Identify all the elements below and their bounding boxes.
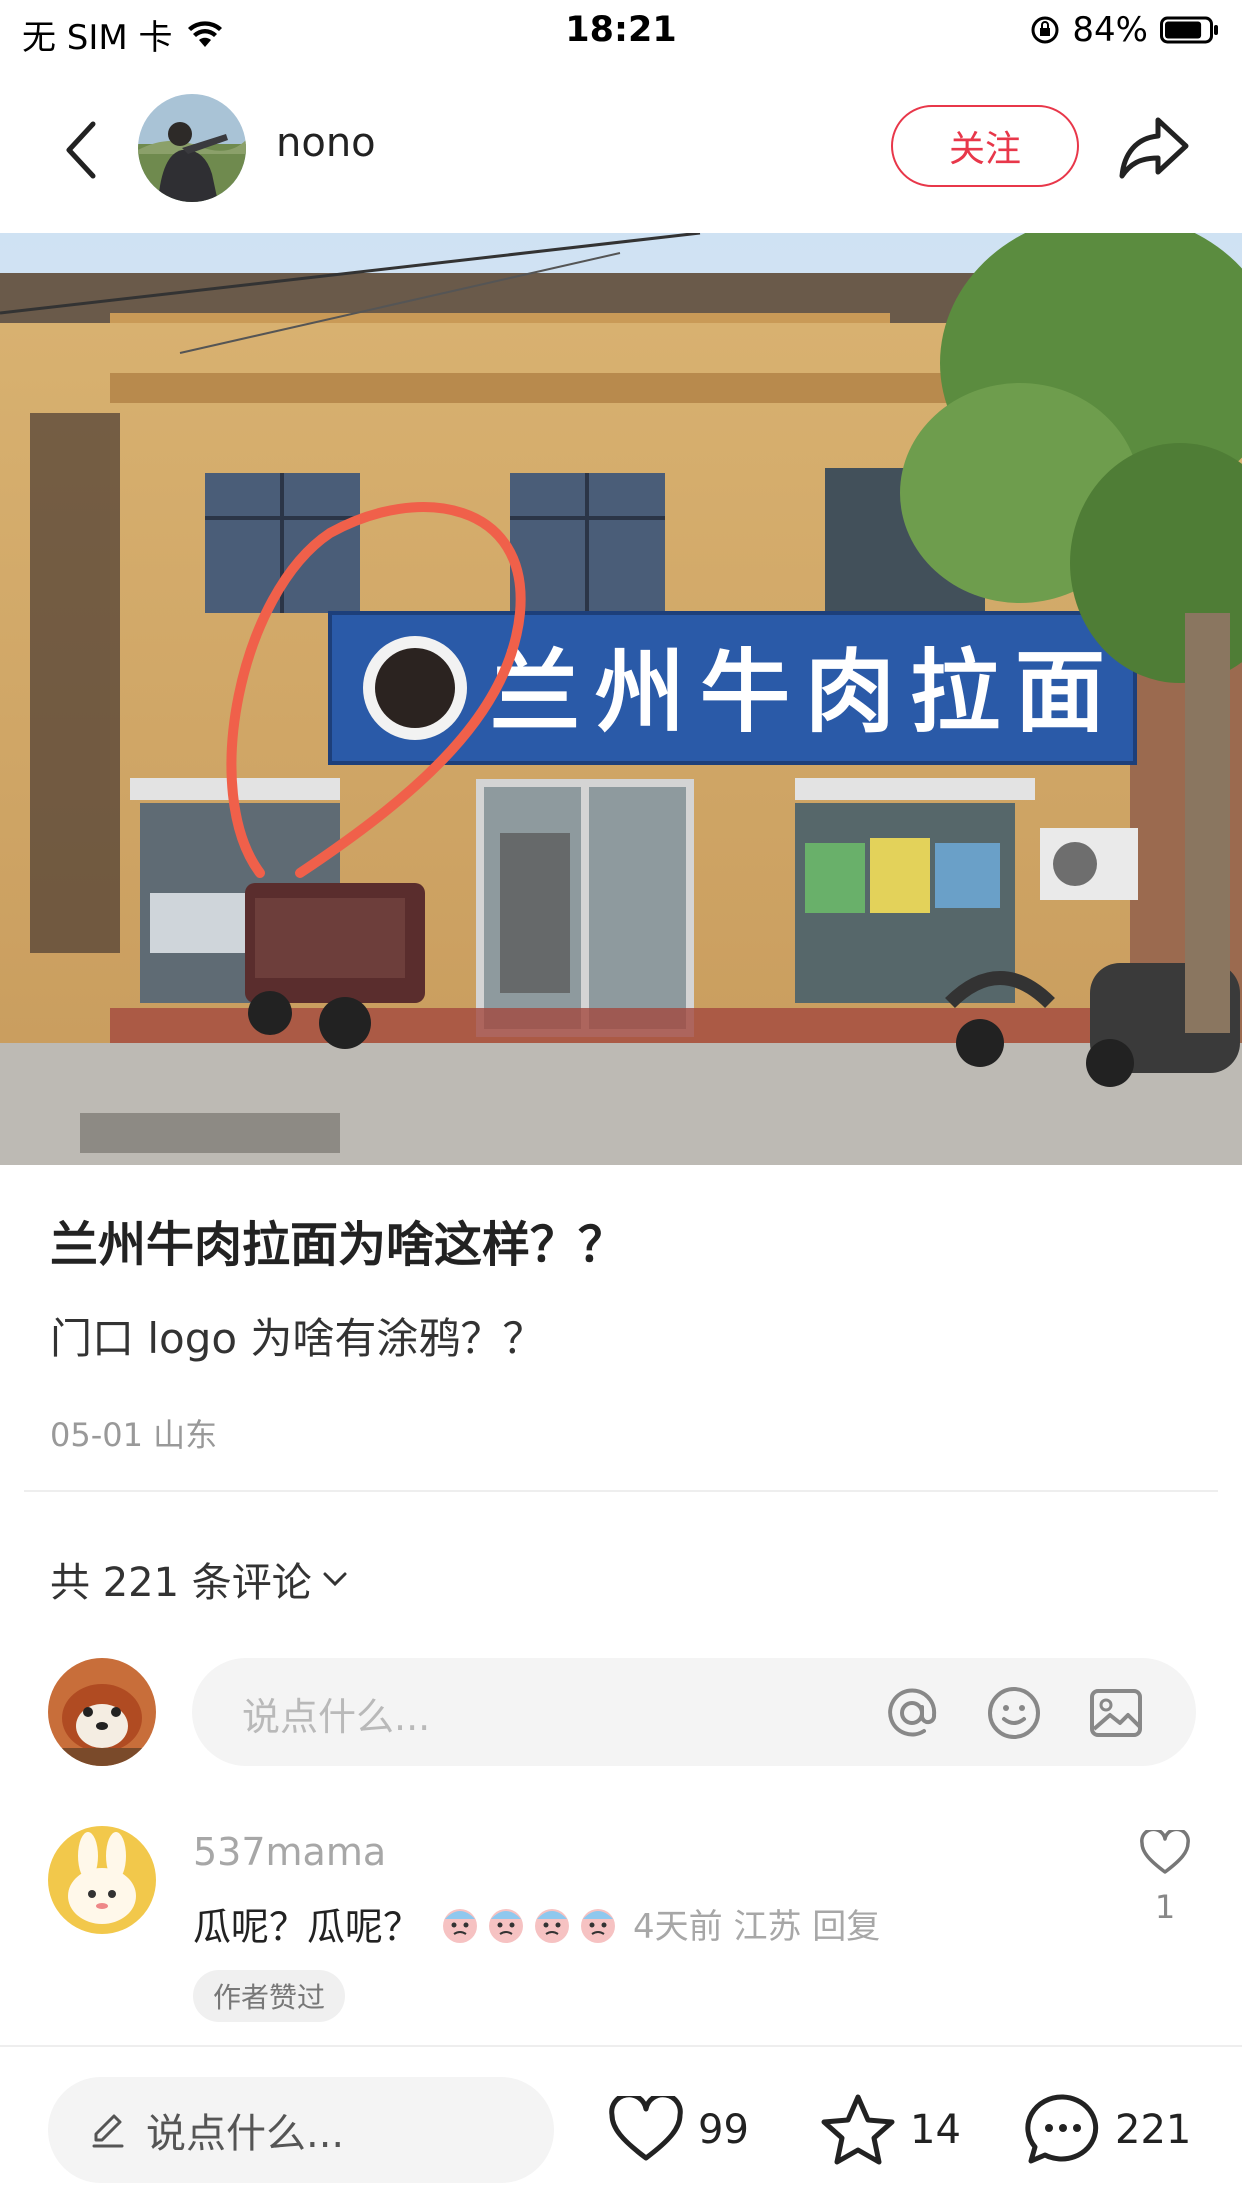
bottom-action-bar: 说点什么... 99 14 221 [0, 2045, 1242, 2208]
favorite-count: 14 [910, 2107, 961, 2153]
author-liked-badge: 作者赞过 [193, 1970, 346, 2022]
comment-text: 瓜呢？瓜呢？ [193, 1905, 422, 1949]
author-name[interactable]: nono [276, 120, 376, 166]
battery-icon [1160, 16, 1218, 44]
comment-time-location-reply[interactable]: 4天前 江苏 回复 [633, 1899, 880, 1948]
post-header: nono 关注 [0, 80, 1242, 215]
sign-character: 面 [1015, 639, 1105, 745]
comment-like-button[interactable]: 1 [1135, 1830, 1195, 1926]
status-right: 84% [1030, 10, 1220, 50]
star-icon [821, 2094, 895, 2165]
storefront-image: 兰 州 牛 肉 拉 面 [0, 233, 1242, 1165]
status-bar: 无 SIM 卡 18:21 84% [0, 0, 1242, 66]
comment-emojis [439, 1903, 619, 1945]
pencil-icon [92, 2114, 124, 2148]
heart-icon [609, 2096, 683, 2161]
comment-button[interactable]: 221 [1025, 2087, 1191, 2173]
sweating-face-icon [535, 1908, 570, 1943]
comment-count: 221 [1115, 2107, 1192, 2153]
follow-button[interactable]: 关注 [891, 105, 1079, 187]
comment-count-toggle[interactable]: 共 221 条评论 [50, 1550, 348, 1608]
bottom-comment-input[interactable]: 说点什么... [48, 2077, 554, 2183]
post-date-location: 05-01 山东 [50, 1416, 218, 1454]
comment-count-label: 共 221 条评论 [50, 1560, 312, 1606]
back-button[interactable] [50, 110, 110, 190]
chevron-down-icon [323, 1572, 347, 1587]
comment-bubble-icon [1025, 2094, 1099, 2164]
sign-character: 拉 [910, 639, 1000, 745]
divider [24, 1490, 1218, 1492]
image-icon[interactable] [1088, 1685, 1144, 1741]
my-avatar [48, 1658, 156, 1766]
sign-character: 兰 [490, 639, 580, 745]
comment-input-placeholder: 说点什么... [242, 1695, 431, 1739]
sweating-face-icon [443, 1908, 478, 1943]
mention-icon[interactable] [884, 1685, 940, 1741]
post-title: 兰州牛肉拉面为啥这样？？ [50, 1217, 627, 1273]
like-button[interactable]: 99 [608, 2087, 749, 2173]
share-icon [1119, 117, 1189, 179]
bottom-input-placeholder: 说点什么... [146, 2111, 345, 2157]
sweating-face-icon [489, 1908, 524, 1943]
author-avatar[interactable] [138, 94, 246, 202]
sign-character: 州 [595, 639, 685, 745]
commenter-avatar[interactable] [48, 1826, 156, 1934]
share-button[interactable] [1118, 114, 1190, 180]
emoji-icon[interactable] [986, 1685, 1042, 1741]
sign-character: 牛 [700, 639, 790, 745]
comment-text-row: 瓜呢？瓜呢？ 4天前 江苏 回复 [193, 1896, 880, 1951]
like-count: 99 [698, 2107, 749, 2153]
battery-percent: 84% [1072, 10, 1148, 50]
post-photo[interactable]: 兰 州 牛 肉 拉 面 [0, 233, 1242, 1165]
sweating-face-icon [581, 1908, 616, 1943]
sign-character: 肉 [805, 639, 895, 745]
chevron-left-icon [66, 121, 96, 179]
post-body: 门口 logo 为啥有涂鸦？？ [50, 1314, 545, 1363]
commenter-name[interactable]: 537mama [193, 1830, 386, 1874]
orientation-lock-icon [1031, 16, 1059, 44]
favorite-button[interactable]: 14 [820, 2087, 961, 2173]
heart-icon [1140, 1830, 1190, 1874]
comment-input[interactable]: 说点什么... [192, 1658, 1196, 1766]
comment-like-count: 1 [1154, 1888, 1176, 1926]
